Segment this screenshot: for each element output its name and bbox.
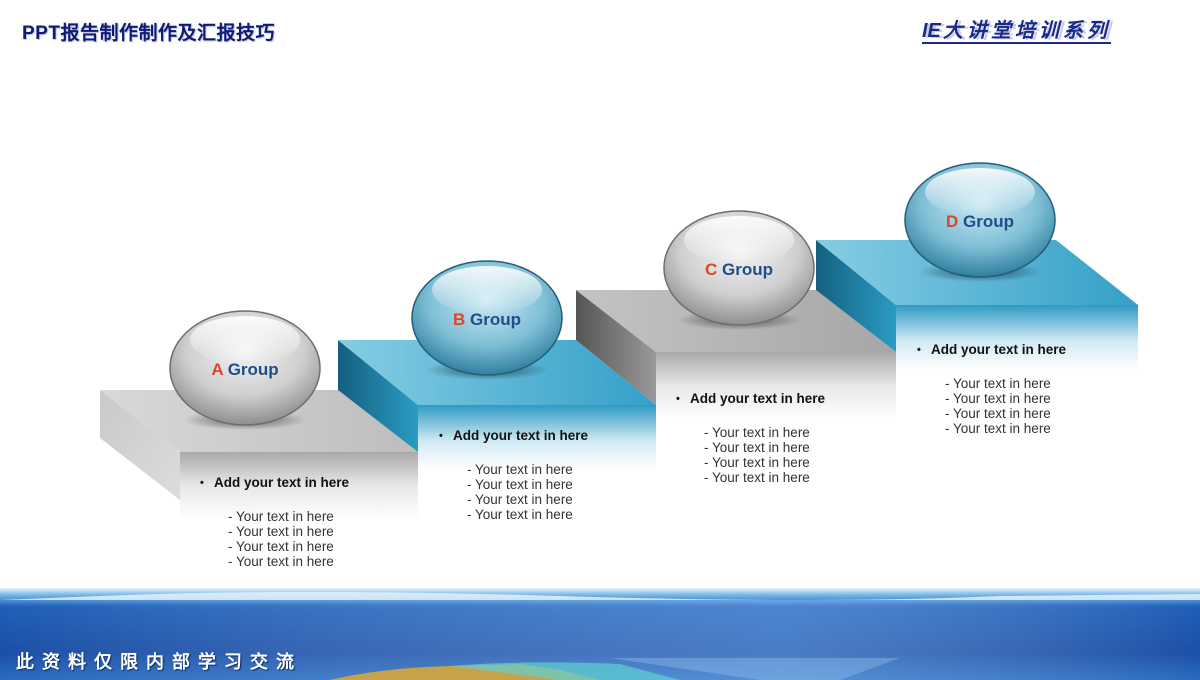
orb-word: Group <box>228 360 279 379</box>
orb-letter: C <box>705 260 722 279</box>
list-item: - Your text in here <box>704 425 810 440</box>
bullet-icon: • <box>917 344 921 356</box>
step-c-heading: • Add your text in here <box>676 391 826 406</box>
orb-word: Group <box>470 310 521 329</box>
list-item: - Your text in here <box>467 462 573 477</box>
list-item: - Your text in here <box>704 440 810 455</box>
list-item: - Your text in here <box>228 509 334 524</box>
orb-highlight <box>432 266 542 314</box>
step-a-list: - Your text in here - Your text in here … <box>228 509 334 569</box>
staircase-diagram: A GroupB GroupC GroupD Group <box>0 162 1200 680</box>
orb-label: D Group <box>946 212 1014 231</box>
list-item: - Your text in here <box>945 376 1051 391</box>
step-b-list: - Your text in here - Your text in here … <box>467 462 573 522</box>
orb-highlight <box>925 168 1035 216</box>
orb-label: B Group <box>453 310 521 329</box>
bullet-icon: • <box>439 430 443 442</box>
list-item: - Your text in here <box>945 421 1051 436</box>
orb-highlight <box>190 316 300 364</box>
step-c-text: • Add your text in here - Your text in he… <box>676 391 826 485</box>
list-item: - Your text in here <box>467 507 573 522</box>
list-item: - Your text in here <box>945 391 1051 406</box>
orb-letter: A <box>211 360 227 379</box>
step-d-heading: • Add your text in here <box>917 342 1067 357</box>
list-item: - Your text in here <box>704 455 810 470</box>
bullet-icon: • <box>200 477 204 489</box>
step-d-front <box>896 305 1138 370</box>
step-c-list: - Your text in here - Your text in here … <box>704 425 810 485</box>
list-item: - Your text in here <box>945 406 1051 421</box>
footer-notice: 此资料仅限内部学习交流 <box>16 652 302 673</box>
step-b-text: • Add your text in here - Your text in he… <box>439 428 589 522</box>
orb-word: Group <box>722 260 773 279</box>
orb-word: Group <box>963 212 1014 231</box>
orb-highlight <box>684 216 794 264</box>
orb-label: C Group <box>705 260 773 279</box>
bullet-icon: • <box>676 393 680 405</box>
orb-letter: D <box>946 212 963 231</box>
step-c-front <box>656 352 896 420</box>
list-item: - Your text in here <box>228 554 334 569</box>
step-b-heading: • Add your text in here <box>439 428 589 443</box>
list-item: - Your text in here <box>704 470 810 485</box>
step-a-heading: • Add your text in here <box>200 475 350 490</box>
list-item: - Your text in here <box>228 524 334 539</box>
step-a-text: • Add your text in here - Your text in he… <box>200 475 350 569</box>
orb-label: A Group <box>211 360 278 379</box>
list-item: - Your text in here <box>467 477 573 492</box>
step-d-text: • Add your text in here - Your text in he… <box>917 342 1067 436</box>
list-item: - Your text in here <box>228 539 334 554</box>
list-item: - Your text in here <box>467 492 573 507</box>
orb-letter: B <box>453 310 470 329</box>
step-d-list: - Your text in here - Your text in here … <box>945 376 1051 436</box>
